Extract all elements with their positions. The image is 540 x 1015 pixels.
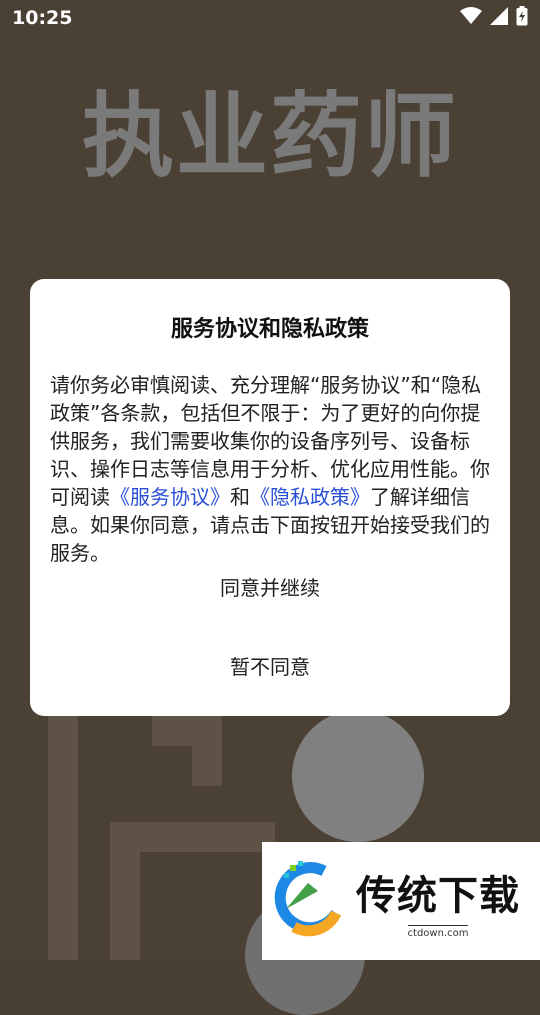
status-bar: 10:25 bbox=[0, 0, 540, 36]
background-decoration bbox=[110, 822, 140, 960]
wifi-icon bbox=[460, 7, 482, 29]
privacy-dialog: 服务协议和隐私政策 请你务必审慎阅读、充分理解“服务协议”和“隐私政策”各条款，… bbox=[30, 279, 510, 716]
status-icons bbox=[460, 6, 528, 30]
background-circle bbox=[292, 710, 424, 842]
dialog-title: 服务协议和隐私政策 bbox=[170, 317, 369, 342]
privacy-policy-link[interactable]: 《隐私政策》 bbox=[250, 485, 370, 509]
dialog-connector-text: 和 bbox=[230, 485, 250, 509]
splash-title: 执业药师 bbox=[81, 83, 458, 190]
signal-icon bbox=[490, 7, 508, 29]
dialog-body: 请你务必审慎阅读、充分理解“服务协议”和“隐私政策”各条款，包括但不限于：为了更… bbox=[50, 371, 490, 567]
watermark-text: 传统下载 ctdown.com bbox=[356, 863, 520, 939]
watermark-url: ctdown.com bbox=[407, 925, 469, 939]
decline-button[interactable]: 暂不同意 bbox=[30, 651, 510, 680]
background-decoration bbox=[48, 716, 78, 960]
watermark: 传统下载 ctdown.com bbox=[262, 842, 540, 960]
agree-continue-button[interactable]: 同意并继续 bbox=[30, 572, 510, 601]
watermark-name: 传统下载 bbox=[356, 873, 520, 919]
status-time: 10:25 bbox=[12, 7, 73, 29]
service-agreement-link[interactable]: 《服务协议》 bbox=[110, 485, 230, 509]
battery-icon bbox=[516, 6, 528, 30]
watermark-logo-icon bbox=[274, 861, 344, 941]
background-decoration bbox=[192, 716, 222, 786]
